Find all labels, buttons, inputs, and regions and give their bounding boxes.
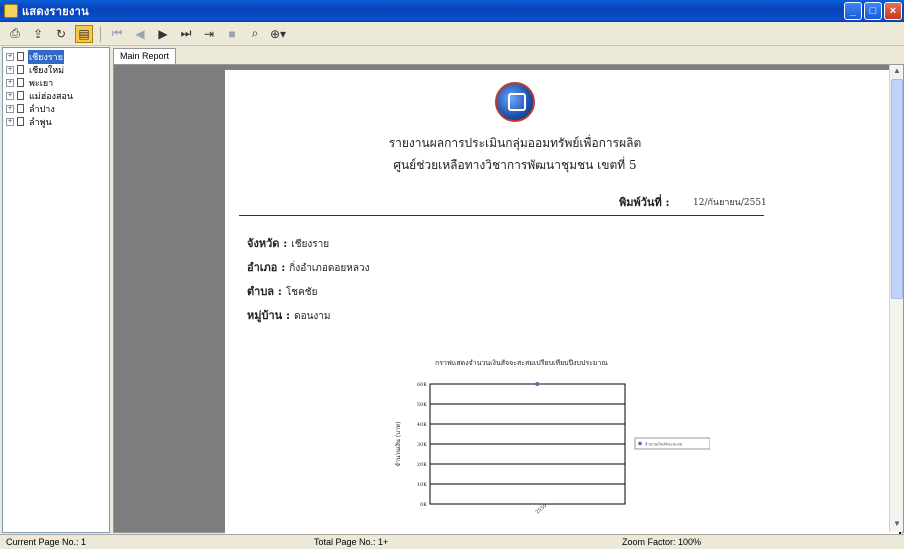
field-district: อำเภอ : กิ่งอำเภอดอยหลวง — [247, 261, 370, 274]
y-tick-label: 30K — [417, 442, 427, 448]
legend-marker — [638, 441, 642, 446]
tree-item-label: ลำปาง — [29, 103, 55, 114]
app-icon — [4, 4, 18, 18]
y-axis-label: จำนวนเงิน (บาท) — [395, 421, 402, 466]
document-icon — [17, 91, 24, 100]
search-icon[interactable]: ⌕ — [246, 25, 264, 43]
document-icon — [17, 104, 24, 113]
tree-item[interactable]: + พะเยา — [6, 76, 109, 89]
field-village: หมู่บ้าน : ดอนงาม — [247, 309, 331, 322]
prev-page-icon[interactable]: ◀ — [131, 25, 149, 43]
chart-title: กราฟแสดงจำนวนเงินสัจจะสะสมเปรียบเทียบปีง… — [435, 359, 608, 367]
tree-item-label: เชียงราย — [28, 49, 65, 64]
tree-item[interactable]: + ลำพูน — [6, 115, 109, 128]
expand-icon[interactable]: + — [6, 52, 14, 61]
report-title: รายงานผลการประเมินกลุ่มออมทรัพย์เพื่อการ… — [388, 136, 642, 150]
tree-item[interactable]: + เชียงใหม่ — [6, 63, 109, 76]
tree-item[interactable]: + ลำปาง — [6, 102, 109, 115]
tree-toggle-icon[interactable]: ▤ — [75, 24, 93, 43]
scroll-down-icon[interactable]: ▼ — [891, 519, 903, 531]
header-divider — [239, 215, 764, 216]
title-bar: แสดงรายงาน _ □ × — [0, 0, 904, 22]
savings-chart: 0K 10K 20K 30K 40K 50K 60K จำนวนเงิน (บาท) 2550 จ… — [395, 382, 710, 516]
y-tick-label: 50K — [417, 402, 427, 408]
y-tick-label: 20K — [417, 462, 427, 468]
tree-item-label: พะเยา — [29, 77, 54, 88]
group-tree: + เชียงราย + เชียงใหม่ + พะเยา + แม่ฮ่องสอน + ลำป… — [2, 47, 110, 533]
export-icon[interactable]: ⇪ — [29, 25, 47, 43]
document-icon — [17, 117, 24, 126]
field-province: จังหวัด : เชียงราย — [247, 237, 330, 250]
document-icon — [17, 65, 24, 74]
expand-icon[interactable]: + — [6, 65, 14, 74]
expand-icon[interactable]: + — [6, 104, 14, 113]
current-page-status: Current Page No.: 1 — [6, 537, 87, 547]
tree-item-label: แม่ฮ่องสอน — [29, 90, 74, 101]
print-date-value: 12/กันยายน/2551 — [693, 198, 767, 208]
document-icon — [17, 78, 24, 87]
stop-icon[interactable]: ■ — [223, 25, 241, 43]
tree-item-label: ลำพูน — [29, 116, 52, 127]
maximize-button[interactable]: □ — [864, 2, 882, 20]
report-viewer: รายงานผลการประเมินกลุ่มออมทรัพย์เพื่อการ… — [113, 64, 904, 534]
field-subdistrict: ตำบล : โชคชัย — [247, 285, 318, 298]
y-tick-label: 40K — [417, 422, 427, 428]
y-tick-label: 10K — [417, 482, 427, 488]
print-date-label: พิมพ์วันที่ : — [619, 196, 670, 209]
scroll-up-icon[interactable]: ▲ — [891, 66, 903, 78]
data-point — [535, 382, 540, 386]
window-title: แสดงรายงาน — [22, 6, 89, 18]
toolbar-separator — [100, 25, 101, 42]
legend-label: จำนวนเงินสัจจะสะสม — [645, 442, 683, 447]
organization-logo — [495, 82, 535, 122]
tree-item[interactable]: + แม่ฮ่องสอน — [6, 89, 109, 102]
y-tick-label: 0K — [420, 502, 427, 508]
tree-item-label: เชียงใหม่ — [29, 64, 65, 75]
goto-page-icon[interactable]: ⇥ — [200, 25, 218, 43]
x-tick-label: 2550 — [535, 503, 549, 516]
expand-icon[interactable]: + — [6, 117, 14, 126]
y-tick-label: 60K — [417, 382, 427, 388]
expand-icon[interactable]: + — [6, 78, 14, 87]
report-subtitle: ศูนย์ช่วยเหลือทางวิชาการพัฒนาชุมชน เขตที… — [393, 158, 637, 172]
tree-item[interactable]: + เชียงราย — [6, 49, 109, 64]
print-icon[interactable]: ⎙ — [6, 25, 24, 43]
zoom-icon[interactable]: ⊕▾ — [269, 25, 287, 43]
vertical-scrollbar[interactable]: ▲ ▼ — [889, 65, 903, 532]
minimize-button[interactable]: _ — [844, 2, 862, 20]
zoom-status: Zoom Factor: 100% — [622, 537, 702, 547]
scroll-thumb[interactable] — [891, 79, 903, 299]
first-page-icon[interactable]: ⏮ — [108, 25, 126, 43]
toolbar: ⎙ ⇪ ↻ ▤ ⏮ ◀ ▶ ⏭ ⇥ ■ ⌕ ⊕▾ — [0, 22, 904, 46]
next-page-icon[interactable]: ▶ — [154, 25, 172, 43]
tab-main-report[interactable]: Main Report — [113, 48, 177, 64]
last-page-icon[interactable]: ⏭ — [177, 25, 195, 43]
expand-icon[interactable]: + — [6, 91, 14, 100]
report-page: รายงานผลการประเมินกลุ่มออมทรัพย์เพื่อการ… — [225, 70, 899, 534]
close-button[interactable]: × — [884, 2, 902, 20]
document-icon — [17, 52, 24, 61]
total-page-status: Total Page No.: 1+ — [314, 537, 389, 547]
status-bar: Current Page No.: 1 Total Page No.: 1+ Z… — [0, 534, 904, 549]
refresh-icon[interactable]: ↻ — [52, 25, 70, 43]
